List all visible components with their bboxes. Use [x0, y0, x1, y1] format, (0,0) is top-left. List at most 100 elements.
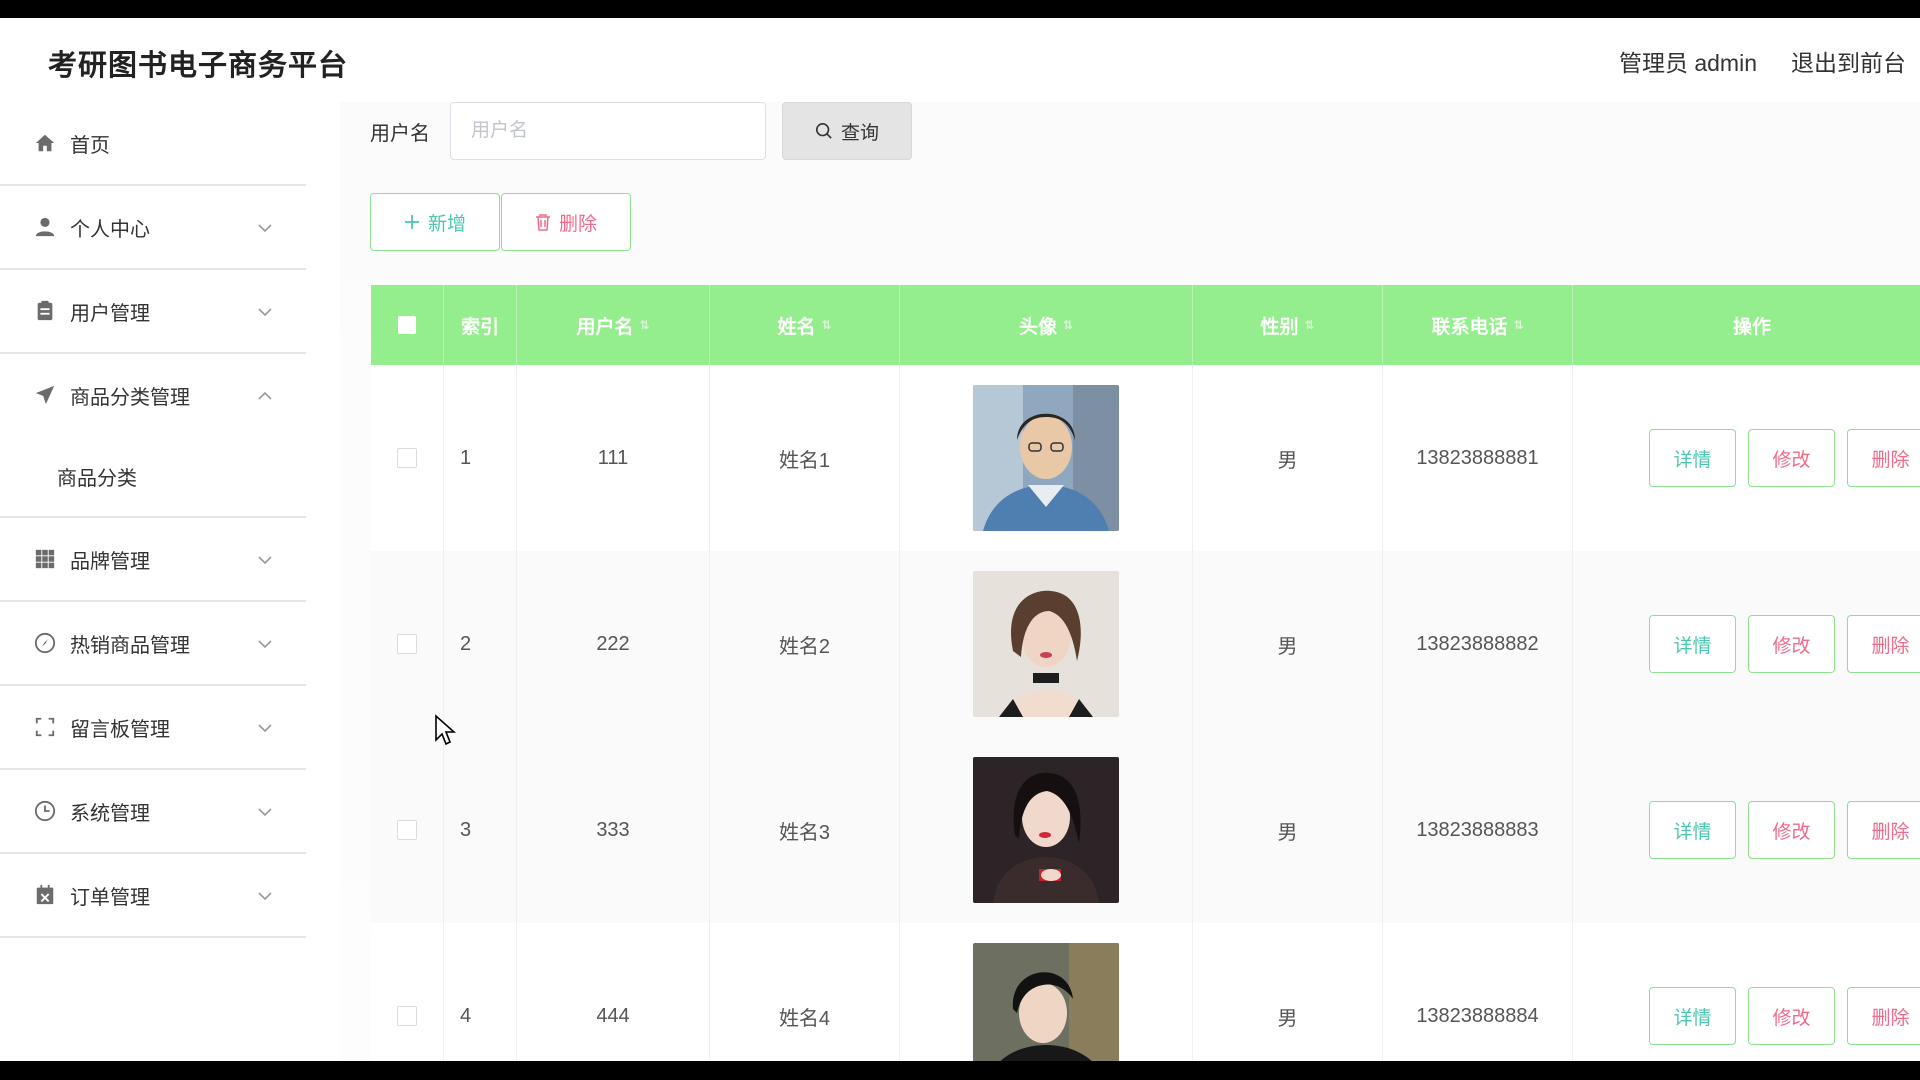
sort-icon[interactable]: ⇅ [1063, 318, 1073, 332]
sort-icon[interactable]: ⇅ [1513, 318, 1523, 332]
gender-cell: 男 [1193, 737, 1383, 923]
sidebar-subitem-category[interactable]: 商品分类 [0, 436, 306, 518]
chevron-down-icon [258, 636, 272, 650]
calendar-x-icon [32, 882, 58, 908]
home-icon [32, 130, 58, 156]
avatar-image[interactable] [973, 943, 1119, 1061]
search-button-label: 查询 [840, 122, 879, 144]
trash-icon [535, 214, 550, 231]
sidebar-item-label: 订单管理 [70, 886, 150, 909]
app-title: 考研图书电子商务平台 [48, 50, 349, 82]
column-header-phone[interactable]: 联系电话 ⇅ [1383, 285, 1573, 365]
avatar-image[interactable] [973, 757, 1119, 903]
edit-button[interactable]: 修改 [1748, 615, 1835, 673]
edit-button[interactable]: 修改 [1748, 429, 1835, 487]
index-cell: 3 [444, 737, 517, 923]
name-cell: 姓名1 [710, 365, 900, 551]
name-cell: 姓名4 [710, 923, 900, 1061]
add-button[interactable]: 新增 [370, 193, 500, 251]
select-all-cell [371, 285, 444, 365]
chevron-down-icon [258, 804, 272, 818]
edit-button[interactable]: 修改 [1748, 987, 1835, 1045]
row-select-cell [371, 551, 444, 737]
table-row: 2 222 姓名2 男 13823888882 详情 修改 删除 [371, 551, 1920, 738]
column-header-label: 性别 [1260, 316, 1299, 338]
sidebar-item-label: 用户管理 [70, 302, 150, 325]
index-cell: 4 [444, 923, 517, 1061]
delete-button[interactable]: 删除 [1847, 987, 1920, 1045]
username-cell: 111 [517, 365, 710, 551]
avatar-image[interactable] [973, 571, 1119, 717]
column-header-username[interactable]: 用户名 ⇅ [517, 285, 710, 365]
username-cell: 222 [517, 551, 710, 737]
sidebar-item-home[interactable]: 首页 [0, 102, 306, 186]
sidebar-item-label: 系统管理 [70, 802, 150, 825]
detail-button[interactable]: 详情 [1649, 801, 1736, 859]
column-header-label: 头像 [1018, 316, 1057, 338]
phone-cell: 13823888883 [1383, 737, 1573, 923]
sidebar-item-user-management[interactable]: 用户管理 [0, 270, 306, 354]
clipboard-icon [32, 298, 58, 324]
column-header-label: 索引 [460, 316, 499, 338]
detail-button[interactable]: 详情 [1649, 987, 1736, 1045]
sidebar-subitem-label: 商品分类 [57, 467, 137, 490]
table-row: 4 444 姓名4 男 13823888884 详情 修改 删除 [371, 923, 1920, 1061]
sidebar-item-label: 品牌管理 [70, 550, 150, 573]
phone-cell: 13823888882 [1383, 551, 1573, 737]
search-icon [815, 122, 832, 139]
column-header-gender[interactable]: 性别 ⇅ [1193, 285, 1383, 365]
batch-delete-button[interactable]: 删除 [501, 193, 631, 251]
username-cell: 444 [517, 923, 710, 1061]
detail-button[interactable]: 详情 [1649, 615, 1736, 673]
phone-cell: 13823888881 [1383, 365, 1573, 551]
sidebar-item-brand-management[interactable]: 品牌管理 [0, 518, 306, 602]
table-row: 1 111 姓名1 男 13823888881 详情 修改 删除 [371, 365, 1920, 552]
column-header-avatar[interactable]: 头像 ⇅ [900, 285, 1193, 365]
sort-icon[interactable]: ⇅ [1304, 318, 1314, 332]
gender-cell: 男 [1193, 923, 1383, 1061]
search-button[interactable]: 查询 [782, 102, 912, 160]
user-icon [32, 214, 58, 240]
sort-icon[interactable]: ⇅ [639, 318, 649, 332]
chevron-down-icon [258, 220, 272, 234]
chevron-down-icon [258, 888, 272, 902]
name-cell: 姓名2 [710, 551, 900, 737]
edit-button[interactable]: 修改 [1748, 801, 1835, 859]
actions-cell: 详情 修改 删除 [1573, 737, 1920, 923]
username-cell: 333 [517, 737, 710, 923]
username-search-input[interactable] [450, 102, 766, 160]
main-panel: 用户名 查询 新增 删除 索引 [340, 102, 1920, 1061]
admin-label[interactable]: 管理员 admin [1619, 44, 1757, 78]
column-header-actions: 操作 [1573, 285, 1920, 365]
sidebar-item-label: 首页 [70, 134, 110, 157]
avatar-image[interactable] [973, 385, 1119, 531]
sidebar-item-message-board[interactable]: 留言板管理 [0, 686, 306, 770]
clock-icon [32, 798, 58, 824]
detail-button[interactable]: 详情 [1649, 429, 1736, 487]
batch-delete-button-label: 删除 [558, 213, 597, 235]
fullscreen-icon [32, 714, 58, 740]
sidebar-item-order-management[interactable]: 订单管理 [0, 854, 306, 938]
exit-to-frontend-link[interactable]: 退出到前台 [1791, 44, 1906, 78]
sort-icon[interactable]: ⇅ [821, 318, 831, 332]
row-checkbox[interactable] [397, 820, 417, 840]
sidebar-item-personal-center[interactable]: 个人中心 [0, 186, 306, 270]
delete-button[interactable]: 删除 [1847, 801, 1920, 859]
row-checkbox[interactable] [397, 1006, 417, 1026]
plus-icon [404, 215, 419, 229]
delete-button[interactable]: 删除 [1847, 429, 1920, 487]
sidebar-item-hot-products[interactable]: 热销商品管理 [0, 602, 306, 686]
select-all-checkbox[interactable] [398, 316, 416, 334]
column-header-label: 联系电话 [1431, 316, 1508, 338]
sidebar-item-category-management[interactable]: 商品分类管理 [0, 354, 306, 436]
delete-button[interactable]: 删除 [1847, 615, 1920, 673]
sidebar: 首页 个人中心 用户管理 商品分类管理 商品分类 品牌管理 热销商品管理 留言板… [0, 102, 340, 1061]
main-content: 用户名 查询 新增 删除 索引 [340, 102, 1920, 1061]
column-header-name[interactable]: 姓名 ⇅ [710, 285, 900, 365]
mouse-cursor-icon [435, 714, 456, 746]
index-cell: 1 [444, 365, 517, 551]
sidebar-item-system-management[interactable]: 系统管理 [0, 770, 306, 854]
row-checkbox[interactable] [397, 448, 417, 468]
actions-cell: 详情 修改 删除 [1573, 551, 1920, 737]
row-checkbox[interactable] [397, 634, 417, 654]
